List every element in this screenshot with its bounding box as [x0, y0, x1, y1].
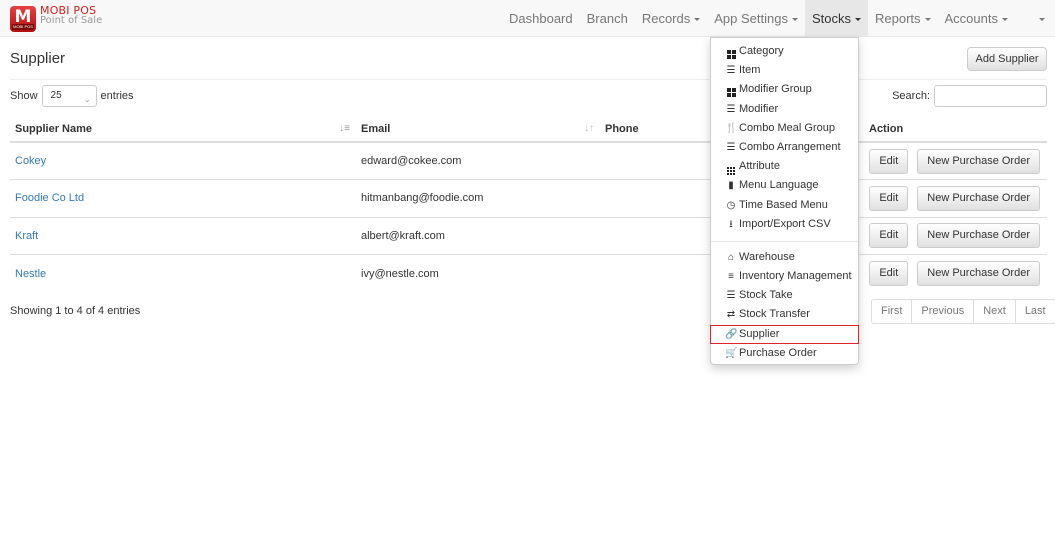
supplier-name-link[interactable]: Cokey: [15, 155, 46, 167]
table-row: Kraft albert@kraft.com Edit New Purchase …: [10, 216, 1047, 255]
email-cell: ivy@nestle.com: [356, 254, 600, 292]
menu-item-menu-language[interactable]: ▮ Menu Language: [711, 176, 858, 195]
pagination-previous[interactable]: Previous: [911, 300, 973, 323]
edit-button[interactable]: Edit: [869, 223, 909, 249]
caret-down-icon: [1002, 18, 1008, 22]
home-icon: ⌂: [727, 251, 735, 263]
brand[interactable]: M MOBI POS MOBI POS Point of Sale: [10, 5, 103, 32]
column-header-action: Action: [864, 117, 1047, 143]
supplier-name-link[interactable]: Kraft: [15, 230, 38, 242]
email-cell: hitmanbang@foodie.com: [356, 179, 600, 217]
search-control: Search:: [892, 85, 1047, 107]
menu-item-modifier-group[interactable]: Modifier Group: [711, 80, 858, 99]
transfer-icon: ⇄: [726, 309, 736, 321]
menu-item-stock-transfer[interactable]: ⇄ Stock Transfer: [711, 305, 858, 324]
import-icon: ⭳: [729, 218, 733, 230]
nav-app-settings[interactable]: App Settings: [707, 0, 805, 37]
th-icon: [725, 157, 737, 176]
chevron-down-icon: ⌄: [83, 95, 91, 104]
table-row: Cokey edward@cokee.com Edit New Purchase …: [10, 142, 1047, 180]
page-title: Supplier: [10, 50, 66, 67]
list-icon: ☰: [726, 141, 736, 153]
menu-item-category[interactable]: Category: [711, 42, 858, 61]
supplier-name-link[interactable]: Foodie Co Ltd: [15, 192, 84, 204]
table-row: Foodie Co Ltd hitmanbang@foodie.com Edit…: [10, 179, 1047, 217]
main-nav: Dashboard Branch Records App Settings St…: [502, 0, 1055, 37]
caret-down-icon: [854, 18, 861, 22]
menu-item-item[interactable]: ☰ Item: [711, 61, 858, 80]
nav-records[interactable]: Records: [635, 0, 707, 37]
caret-down-icon: [791, 18, 798, 22]
file-icon: ▮: [728, 180, 734, 192]
length-control: Show 25 ⌄ entries: [10, 85, 134, 107]
table-row: Nestle ivy@nestle.com Edit New Purchase O…: [10, 254, 1047, 292]
menu-item-stock-take[interactable]: ☰ Stock Take: [711, 286, 858, 305]
menu-item-import-export-csv[interactable]: ⭳ Import/Export CSV: [711, 215, 858, 234]
edit-button[interactable]: Edit: [869, 148, 909, 174]
supplier-table: Supplier Name↓≡ Email↓↑ Phone↓↑ Action C…: [10, 117, 1047, 292]
new-purchase-order-button[interactable]: New Purchase Order: [917, 185, 1040, 211]
column-header-supplier-name[interactable]: Supplier Name ↓≡: [10, 117, 356, 143]
nav-accounts[interactable]: Accounts: [938, 0, 1015, 37]
navbar: M MOBI POS MOBI POS Point of Sale Dashbo…: [0, 0, 1055, 37]
pagination: First Previous Next Last: [871, 299, 1055, 324]
nav-dashboard[interactable]: Dashboard: [502, 0, 580, 37]
entries-per-page-select[interactable]: 25 ⌄: [41, 85, 97, 107]
edit-button[interactable]: Edit: [869, 261, 909, 286]
column-header-email[interactable]: Email ↓↑: [356, 117, 600, 143]
nav-branch[interactable]: Branch: [580, 0, 635, 37]
supplier-name-link[interactable]: Nestle: [15, 268, 46, 280]
list-icon: ☰: [726, 103, 736, 115]
divider: [10, 79, 1047, 80]
edit-button[interactable]: Edit: [869, 185, 909, 211]
stocks-dropdown-menu: Category ☰ Item Modifier Group ☰ Modifier …: [710, 37, 859, 365]
menu-item-inventory-management[interactable]: ≡ Inventory Management: [711, 267, 858, 286]
link-icon: 🔗: [725, 328, 738, 340]
nav-user-menu[interactable]: [1015, 0, 1055, 37]
cutlery-icon: 🍴: [725, 122, 738, 134]
mobi-pos-logo-icon: M MOBI POS: [10, 6, 36, 32]
add-supplier-button[interactable]: Add Supplier: [967, 47, 1047, 71]
email-cell: edward@cokee.com: [361, 155, 462, 167]
menu-item-modifier[interactable]: ☰ Modifier: [711, 100, 858, 119]
caret-down-icon: [694, 18, 701, 22]
menu-item-supplier[interactable]: 🔗 Supplier: [710, 324, 859, 344]
sort-asc-icon: ↓≡: [339, 123, 350, 134]
new-purchase-order-button[interactable]: New Purchase Order: [917, 148, 1040, 174]
list-alt-icon: ☰: [726, 290, 736, 302]
email-cell: albert@kraft.com: [356, 216, 600, 255]
clock-icon: ◷: [726, 199, 736, 211]
menu-item-combo-meal-group[interactable]: 🍴 Combo Meal Group: [711, 119, 858, 138]
th-large-icon: [725, 80, 737, 99]
menu-item-combo-arrangement[interactable]: ☰ Combo Arrangement: [711, 138, 858, 157]
caret-down-icon: [924, 18, 931, 22]
pagination-last[interactable]: Last: [1014, 300, 1055, 323]
sort-icon: ↓↑: [584, 123, 594, 134]
table-info: Showing 1 to 4 of 4 entries: [10, 305, 141, 317]
pagination-first[interactable]: First: [872, 300, 911, 323]
new-purchase-order-button[interactable]: New Purchase Order: [917, 261, 1040, 286]
nav-reports[interactable]: Reports: [868, 0, 938, 37]
shopping-cart-icon: 🛒: [725, 347, 738, 359]
tasks-icon: ≡: [728, 271, 734, 283]
brand-subtitle: Point of Sale: [40, 15, 103, 26]
th-large-icon: [725, 42, 737, 61]
menu-item-attribute[interactable]: Attribute: [711, 157, 858, 176]
pagination-next[interactable]: Next: [973, 300, 1015, 323]
caret-down-icon: [1039, 18, 1045, 22]
search-input[interactable]: [934, 85, 1047, 107]
menu-item-time-based-menu[interactable]: ◷ Time Based Menu: [711, 196, 858, 215]
menu-item-purchase-order[interactable]: 🛒 Purchase Order: [711, 344, 858, 363]
list-icon: ☰: [726, 65, 736, 77]
new-purchase-order-button[interactable]: New Purchase Order: [917, 223, 1040, 249]
nav-stocks[interactable]: Stocks: [804, 0, 868, 37]
menu-divider: [711, 240, 858, 242]
menu-item-warehouse[interactable]: ⌂ Warehouse: [711, 248, 858, 267]
